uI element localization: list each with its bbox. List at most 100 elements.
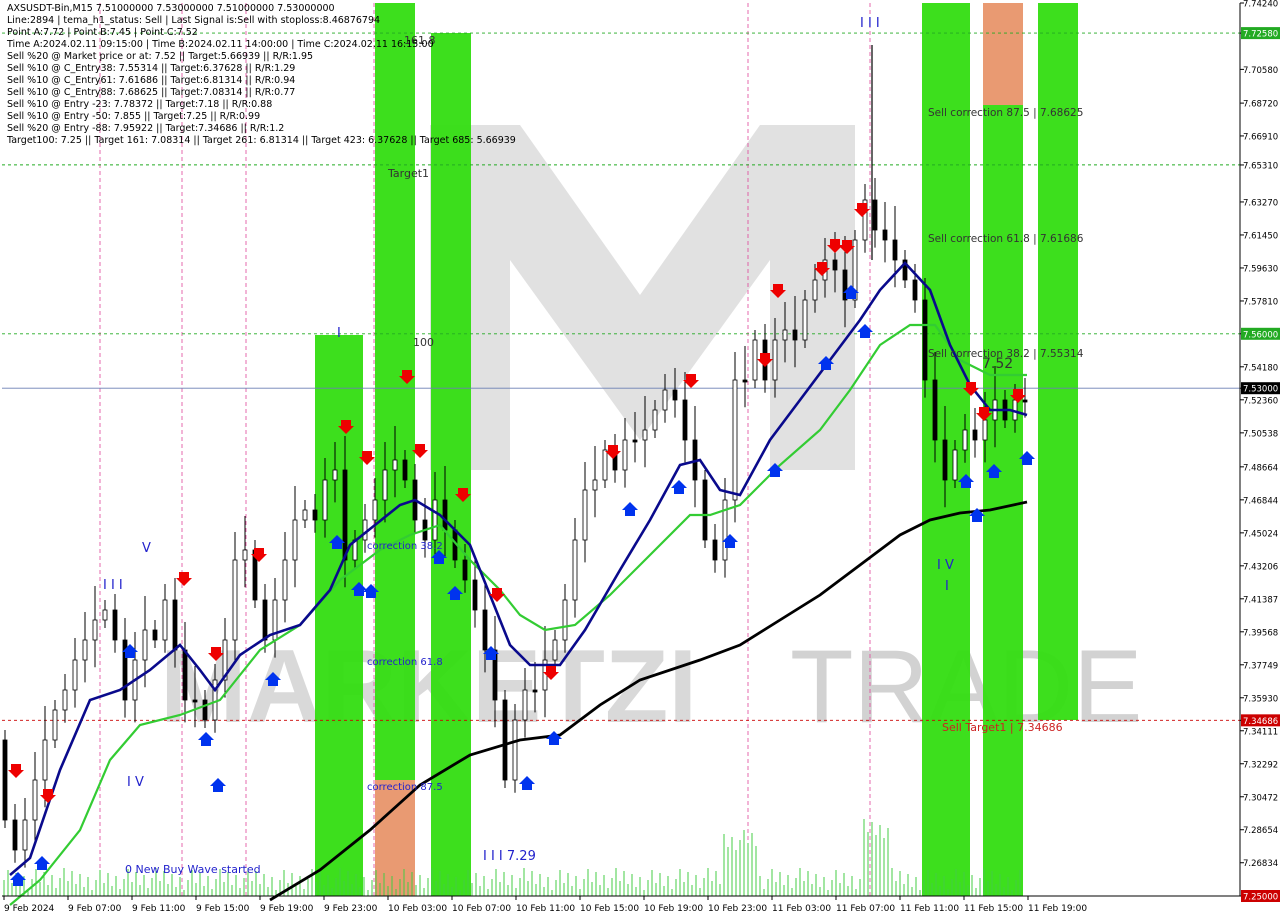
buy-arrow bbox=[210, 778, 226, 792]
candle-body bbox=[32, 779, 38, 821]
time-tick-label: 10 Feb 11:00 bbox=[516, 904, 575, 914]
candle-body bbox=[182, 649, 188, 701]
info-line: Time A:2024.02.11 09:15:00 | Time B:2024… bbox=[7, 39, 434, 50]
price-tick-label: 7.32292 bbox=[1243, 760, 1278, 770]
candle-body bbox=[62, 689, 68, 711]
candle-body bbox=[632, 439, 638, 443]
price-tick-label: 7.70580 bbox=[1243, 66, 1278, 76]
sell-arrow bbox=[605, 445, 621, 459]
chart-annotation: correction 87.5 bbox=[367, 782, 443, 793]
time-tick-label: 11 Feb 15:00 bbox=[964, 904, 1023, 914]
chart-annotation: Target1 bbox=[387, 167, 429, 180]
time-tick-label: 9 Feb 19:00 bbox=[260, 904, 314, 914]
price-tick-label: 7.72580 bbox=[1243, 30, 1278, 40]
sell-arrow bbox=[176, 572, 192, 586]
candle-body bbox=[362, 519, 368, 541]
price-tick-label: 7.25000 bbox=[1243, 893, 1278, 903]
candle-body bbox=[792, 329, 798, 341]
candle-body bbox=[292, 519, 298, 561]
candle-body bbox=[342, 469, 348, 561]
candle-body bbox=[712, 539, 718, 561]
time-tick-label: 9 Feb 07:00 bbox=[68, 904, 122, 914]
candle-body bbox=[502, 699, 508, 781]
chart-annotation: Sell Target1 | 7.34686 bbox=[942, 721, 1063, 734]
time-tick-label: 9 Feb 2024 bbox=[4, 904, 55, 914]
zone-bar bbox=[375, 780, 415, 896]
symbol-line: AXSUSDT-Bin,M15 7.51000000 7.53000000 7.… bbox=[7, 3, 335, 14]
candle-body bbox=[932, 379, 938, 441]
chart-annotation: 100 bbox=[413, 336, 434, 349]
price-tick-label: 7.52360 bbox=[1243, 396, 1278, 406]
candle-body bbox=[602, 449, 608, 481]
buy-arrow bbox=[671, 480, 687, 494]
candle-body bbox=[522, 689, 528, 721]
candle-body bbox=[672, 389, 678, 401]
info-line: Sell %10 @ C_Entry88: 7.68625 || Target:… bbox=[7, 87, 296, 98]
time-tick-label: 9 Feb 11:00 bbox=[132, 904, 186, 914]
price-tick-label: 7.37749 bbox=[1243, 661, 1278, 671]
info-line: Target100: 7.25 || Target 161: 7.08314 |… bbox=[7, 135, 516, 146]
time-tick-label: 10 Feb 23:00 bbox=[708, 904, 767, 914]
price-tick-label: 7.48664 bbox=[1243, 463, 1278, 473]
candle-body bbox=[442, 499, 448, 531]
candle-body bbox=[192, 699, 198, 703]
candle-body bbox=[472, 579, 478, 611]
zone-bar bbox=[983, 3, 1023, 105]
zone-bar bbox=[315, 335, 363, 896]
candle-body bbox=[642, 429, 648, 441]
price-tick-label: 7.54180 bbox=[1243, 363, 1278, 373]
candle-body bbox=[662, 389, 668, 411]
price-tick-label: 7.43206 bbox=[1243, 562, 1278, 572]
chart-annotation: 7.52 bbox=[982, 356, 1013, 372]
candle-body bbox=[162, 599, 168, 641]
price-tick-label: 7.53000 bbox=[1243, 385, 1278, 395]
candle-body bbox=[622, 439, 628, 471]
candle-body bbox=[752, 339, 758, 381]
buy-arrow bbox=[34, 856, 50, 870]
chart-annotation: Sell correction 87.5 | 7.68625 bbox=[928, 107, 1083, 119]
price-tick-label: 7.56000 bbox=[1243, 330, 1278, 340]
info-line: Sell %10 @ C_Entry61: 7.61686 || Target:… bbox=[7, 75, 296, 86]
ma-mid-line bbox=[9, 323, 1027, 906]
info-line: Sell %10 @ Entry -50: 7.855 || Target:7.… bbox=[7, 111, 261, 122]
candle-body bbox=[402, 459, 408, 481]
price-tick-label: 7.57810 bbox=[1243, 297, 1278, 307]
sell-arrow bbox=[8, 764, 24, 778]
chart-annotation: V bbox=[142, 541, 151, 556]
time-tick-label: 11 Feb 03:00 bbox=[772, 904, 831, 914]
candle-body bbox=[582, 489, 588, 541]
candle-body bbox=[682, 399, 688, 441]
candle-body bbox=[812, 279, 818, 301]
candle-body bbox=[302, 509, 308, 521]
candle-body bbox=[952, 449, 958, 481]
candle-body bbox=[72, 659, 78, 691]
candle-body bbox=[22, 819, 28, 851]
candle-body bbox=[312, 509, 318, 521]
chart-annotation: correction 61.8 bbox=[367, 657, 443, 668]
candle-body bbox=[892, 239, 898, 261]
buy-arrow bbox=[622, 502, 638, 516]
sell-arrow bbox=[854, 203, 870, 217]
time-tick-label: 9 Feb 15:00 bbox=[196, 904, 250, 914]
price-tick-label: 7.50538 bbox=[1243, 429, 1278, 439]
candle-body bbox=[262, 599, 268, 641]
candle-body bbox=[482, 609, 488, 651]
chart-annotation: I I I 7.29 bbox=[483, 849, 536, 864]
candle-body bbox=[462, 559, 468, 581]
price-tick-label: 7.66910 bbox=[1243, 132, 1278, 142]
chart-annotation: correction 38.2 bbox=[367, 541, 443, 552]
candle-body bbox=[972, 429, 978, 441]
candle-body bbox=[102, 609, 108, 621]
price-tick-label: 7.39568 bbox=[1243, 628, 1278, 638]
info-line: Line:2894 | tema_h1_status: Sell | Last … bbox=[7, 15, 381, 26]
watermark-left: MARKETZI bbox=[160, 629, 697, 745]
time-tick-label: 11 Feb 11:00 bbox=[900, 904, 959, 914]
candle-body bbox=[82, 639, 88, 661]
candle-body bbox=[562, 599, 568, 641]
price-tick-label: 7.41387 bbox=[1243, 595, 1278, 605]
price-tick-label: 7.65310 bbox=[1243, 161, 1278, 171]
price-tick-label: 7.45024 bbox=[1243, 529, 1278, 539]
buy-arrow bbox=[519, 776, 535, 790]
candle-body bbox=[552, 639, 558, 661]
chart-annotation: 0 New Buy Wave started bbox=[125, 863, 261, 876]
